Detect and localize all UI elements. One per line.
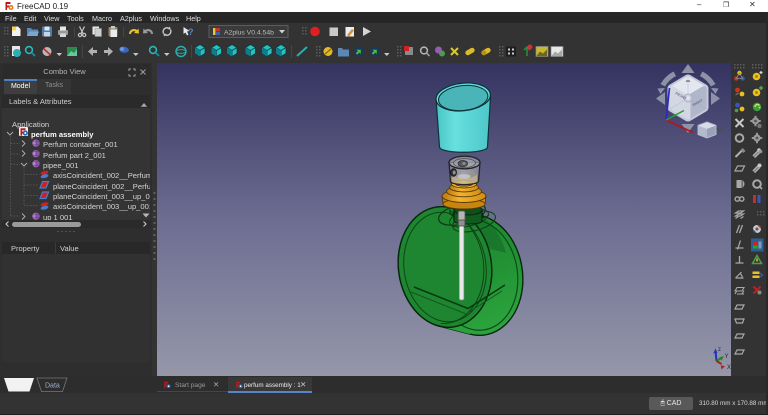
- svg-text:Data: Data: [45, 383, 60, 390]
- svg-text:?: ?: [188, 27, 194, 37]
- svg-text:Y: Y: [725, 354, 729, 360]
- svg-text:x: x: [681, 131, 684, 137]
- svg-text:A2plus V0.4.54b: A2plus V0.4.54b: [224, 30, 274, 37]
- svg-text:z: z: [718, 347, 721, 353]
